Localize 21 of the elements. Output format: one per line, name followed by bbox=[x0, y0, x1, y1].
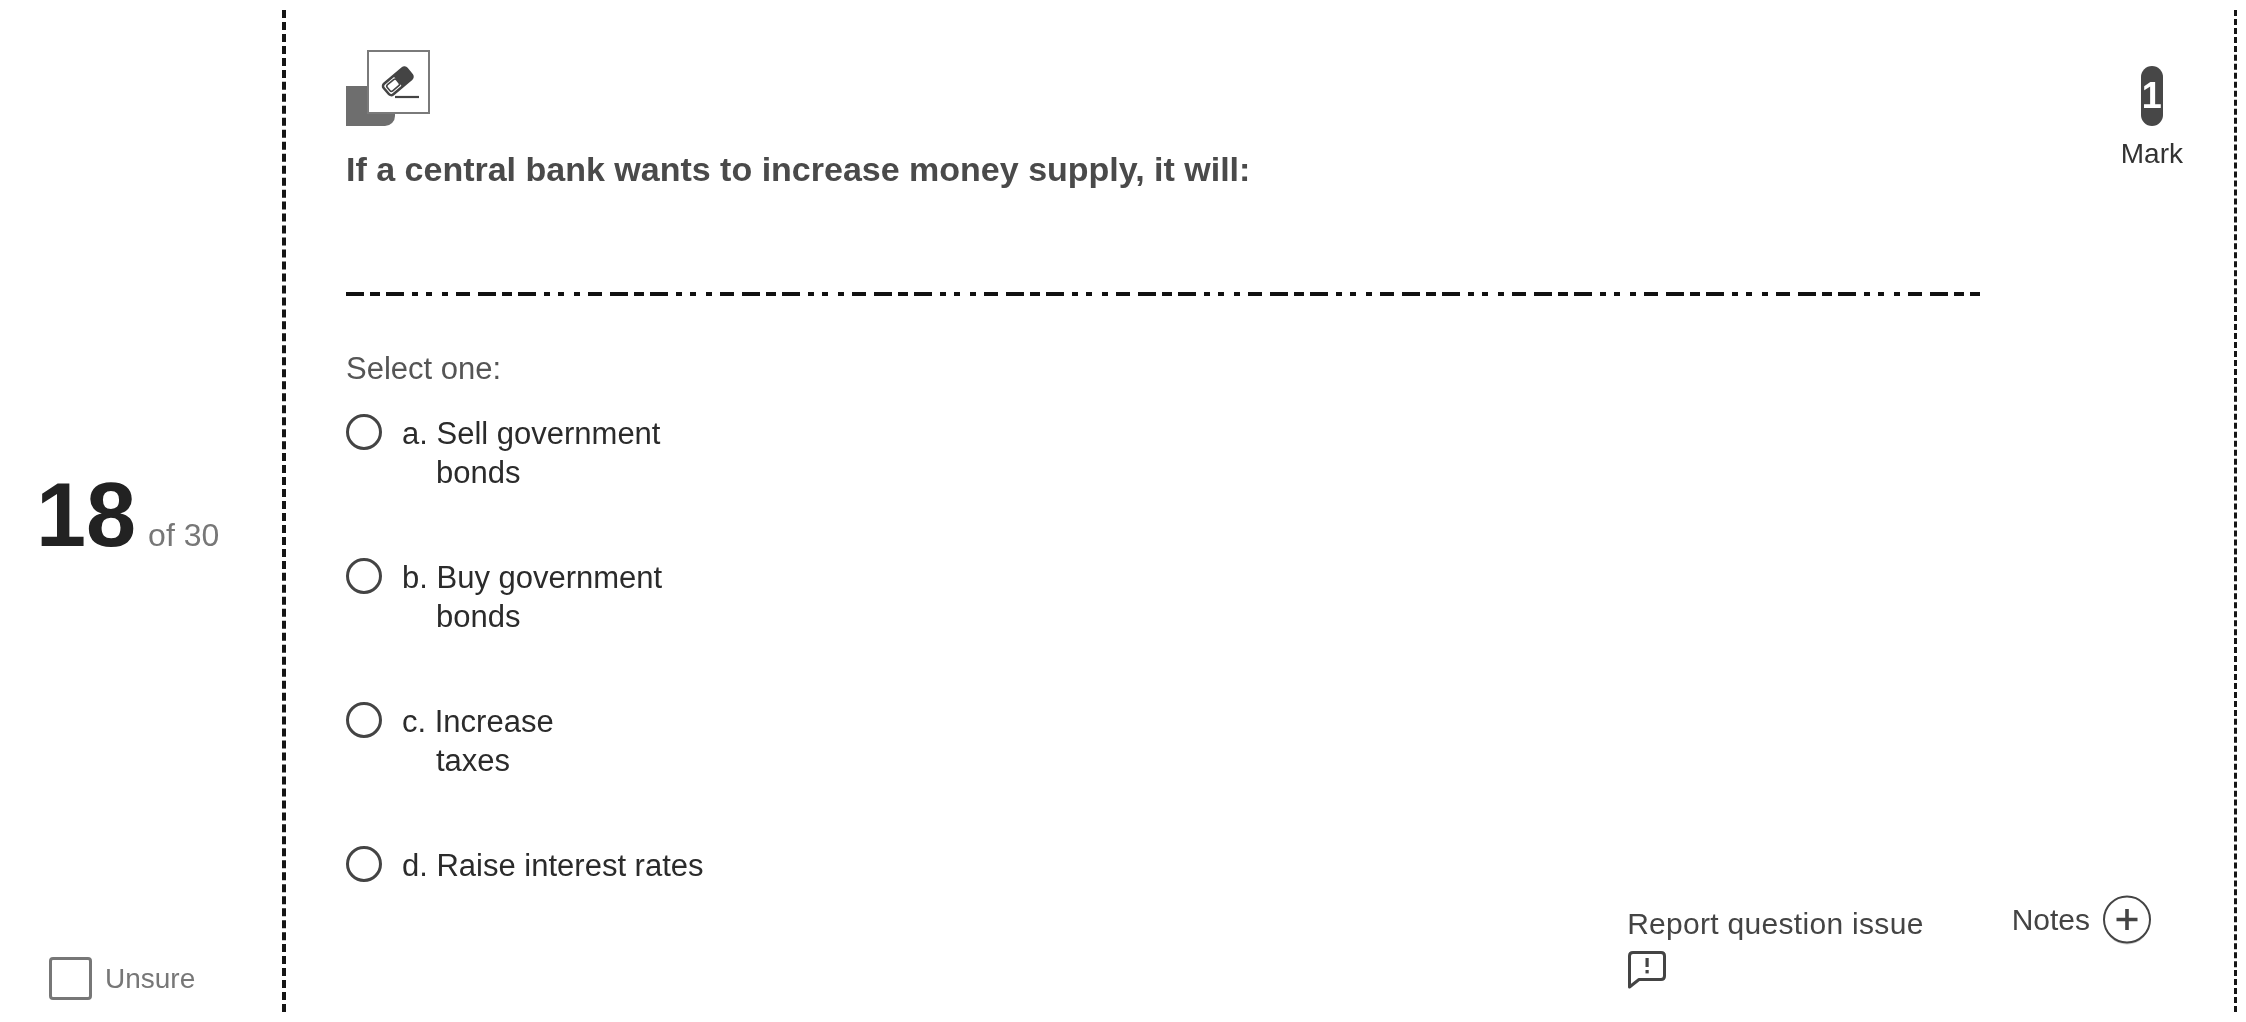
plus-circle-icon bbox=[2102, 895, 2152, 945]
unsure-label: Unsure bbox=[105, 961, 196, 996]
question-total: of 30 bbox=[148, 519, 220, 551]
radio-button[interactable] bbox=[346, 846, 382, 882]
option-label: b. Buy government bonds bbox=[402, 559, 663, 636]
radio-button[interactable] bbox=[346, 414, 382, 450]
option-label: c. Increase taxes bbox=[402, 703, 555, 780]
alert-bubble-icon bbox=[1627, 950, 1668, 989]
question-text: If a central bank wants to increase money supply, it will: bbox=[346, 149, 1252, 190]
option-label: a. Sell government bonds bbox=[402, 415, 661, 492]
eraser-button[interactable] bbox=[346, 50, 430, 126]
select-prompt: Select one: bbox=[346, 349, 503, 387]
unsure-checkbox[interactable] bbox=[49, 957, 92, 1000]
mark-count-badge: 1 bbox=[2140, 66, 2163, 126]
radio-button[interactable] bbox=[346, 702, 382, 738]
notes-button[interactable]: Notes bbox=[2011, 895, 2152, 945]
report-issue-button[interactable]: Report question issue bbox=[1627, 906, 1924, 989]
radio-button[interactable] bbox=[346, 558, 382, 594]
option-label: d. Raise interest rates bbox=[402, 847, 704, 885]
mark-label: Mark bbox=[2120, 137, 2183, 171]
question-number: 18 bbox=[36, 470, 137, 560]
